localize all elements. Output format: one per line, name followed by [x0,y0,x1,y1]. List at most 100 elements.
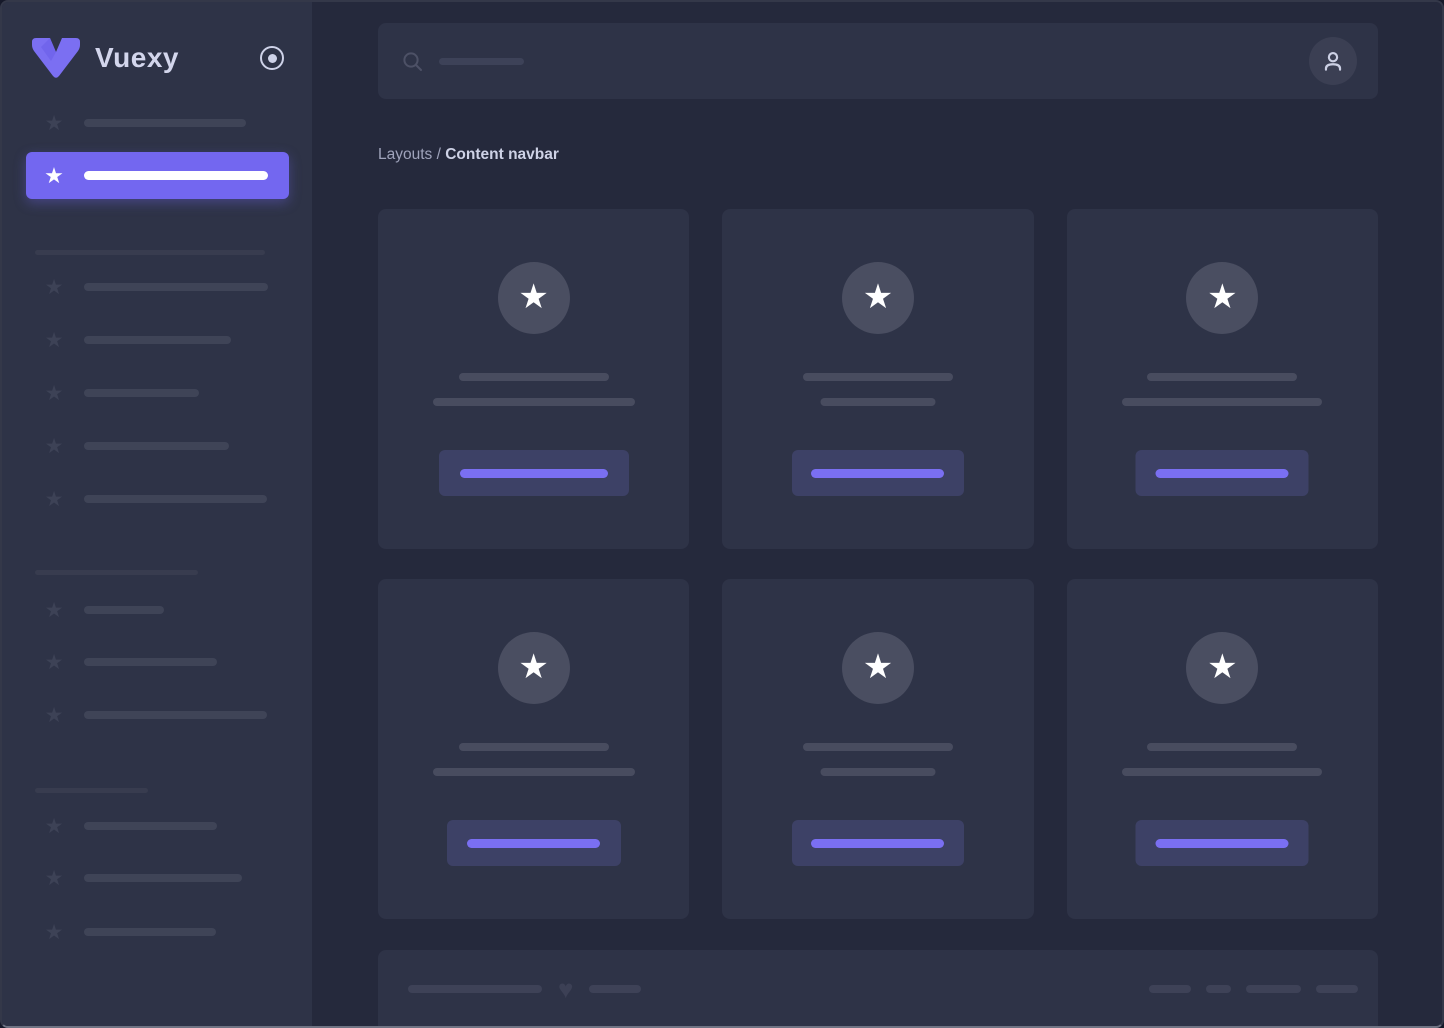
breadcrumb: Layouts / Content navbar [378,146,559,164]
card-button-label-skeleton [467,839,600,848]
search-placeholder-skeleton [439,58,524,65]
card-button[interactable] [792,450,964,496]
sidebar-item[interactable]: ★ [2,921,312,943]
footer-left: ♥ [408,976,641,1002]
footer-right [1149,985,1358,993]
card-avatar-circle: ★ [498,262,570,334]
card-avatar-circle: ★ [842,262,914,334]
sidebar-menu: ★ ★ ★ ★ ★ ★ ★ ★ ★ ★ ★ ★ ★ [2,2,312,1026]
card-subtitle-skeleton [1122,768,1322,776]
star-icon: ★ [1207,280,1237,314]
card-button-label-skeleton [460,469,608,478]
star-icon: ★ [863,280,893,314]
placeholder-card: ★ [378,209,689,549]
breadcrumb-link-layouts[interactable]: Layouts [378,146,437,163]
top-navbar [378,23,1378,99]
placeholder-card: ★ [722,209,1033,549]
star-icon: ★ [43,600,65,621]
sidebar-item-label-skeleton [84,822,217,830]
sidebar-item[interactable]: ★ [2,112,312,134]
placeholder-card: ★ [1067,579,1378,919]
card-button[interactable] [792,820,964,866]
heart-icon: ♥ [558,976,573,1002]
sidebar-item-label-skeleton [84,606,164,614]
sidebar-item-label-skeleton [84,171,268,180]
star-icon: ★ [43,165,65,187]
card-subtitle-skeleton [433,398,635,406]
card-button[interactable] [1136,450,1309,496]
sidebar-item[interactable]: ★ [2,435,312,457]
card-subtitle-skeleton [433,768,635,776]
sidebar-item-label-skeleton [84,389,199,397]
card-avatar-circle: ★ [1186,632,1258,704]
main-content: Layouts / Content navbar ★ ★ ★ ★ ★ ★ ♥ [312,2,1442,1026]
star-icon: ★ [43,277,65,298]
card-title-skeleton [803,373,953,381]
sidebar-item-label-skeleton [84,711,267,719]
star-icon: ★ [518,650,548,684]
footer-text-skeleton [589,985,641,993]
star-icon: ★ [43,922,65,943]
star-icon: ★ [518,280,548,314]
footer-link-skeleton[interactable] [1246,985,1301,993]
star-icon: ★ [43,816,65,837]
user-menu-button[interactable] [1309,37,1357,85]
star-icon: ★ [43,383,65,404]
placeholder-card: ★ [378,579,689,919]
star-icon: ★ [43,705,65,726]
star-icon: ★ [43,489,65,510]
card-avatar-circle: ★ [1186,262,1258,334]
sidebar-item[interactable]: ★ [2,704,312,726]
card-button-label-skeleton [1156,839,1289,848]
card-button-label-skeleton [811,469,944,478]
card-button[interactable] [439,450,629,496]
sidebar-item[interactable]: ★ [2,276,312,298]
sidebar-item[interactable]: ★ [2,382,312,404]
placeholder-card: ★ [722,579,1033,919]
footer-link-skeleton[interactable] [1316,985,1358,993]
sidebar-item[interactable]: ★ [2,815,312,837]
card-button-label-skeleton [1156,469,1289,478]
breadcrumb-current-page: Content navbar [445,146,559,163]
footer: ♥ [378,950,1378,1028]
section-divider-skeleton [35,250,265,255]
star-icon: ★ [43,436,65,457]
sidebar: Vuexy ★★★★★★★★★★★★★ [2,2,312,1026]
star-icon: ★ [1207,650,1237,684]
search-input[interactable] [402,23,1309,99]
sidebar-item[interactable]: ★ [2,329,312,351]
sidebar-item-label-skeleton [84,658,217,666]
footer-link-skeleton[interactable] [1206,985,1231,993]
card-title-skeleton [803,743,953,751]
card-title-skeleton [459,373,609,381]
cards-grid: ★ ★ ★ ★ ★ ★ [378,209,1378,919]
sidebar-item-label-skeleton [84,928,216,936]
sidebar-item[interactable]: ★ [2,599,312,621]
star-icon: ★ [863,650,893,684]
sidebar-item-label-skeleton [84,283,268,291]
star-icon: ★ [43,330,65,351]
person-icon [1320,48,1346,74]
card-title-skeleton [1147,373,1297,381]
sidebar-item[interactable]: ★ [2,867,312,889]
footer-link-skeleton[interactable] [1149,985,1191,993]
sidebar-item-label-skeleton [84,495,267,503]
sidebar-item-label-skeleton [84,874,242,882]
card-button-label-skeleton [811,839,944,848]
card-avatar-circle: ★ [498,632,570,704]
card-button[interactable] [447,820,621,866]
footer-row: ♥ [408,976,1358,1002]
sidebar-item[interactable]: ★ [2,651,312,673]
search-icon [402,51,423,72]
sidebar-item-label-skeleton [84,336,231,344]
star-icon: ★ [43,868,65,889]
sidebar-item-label-skeleton [84,442,229,450]
card-subtitle-skeleton [820,398,935,406]
card-button[interactable] [1136,820,1309,866]
card-subtitle-skeleton [1122,398,1322,406]
sidebar-item[interactable]: ★ [2,488,312,510]
placeholder-card: ★ [1067,209,1378,549]
breadcrumb-separator: / [437,146,441,163]
section-divider-skeleton [35,570,198,575]
sidebar-item-active[interactable]: ★ [26,152,289,199]
